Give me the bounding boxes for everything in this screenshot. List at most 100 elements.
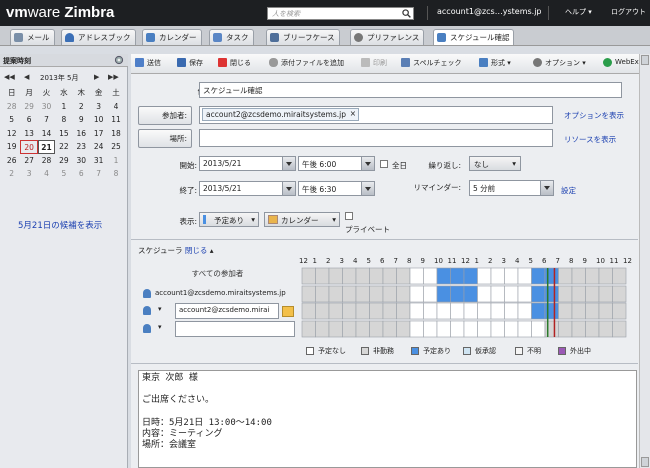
location-input[interactable]: [199, 129, 553, 147]
attendees-input[interactable]: account2@zcsdemo.miraitsystems.jp ×: [199, 106, 553, 124]
attendees-button[interactable]: 参加者:: [138, 106, 192, 125]
attach-button[interactable]: 添付ファイルを追加: [269, 58, 344, 68]
day-cell[interactable]: 17: [90, 127, 107, 141]
attendee-type-select[interactable]: ▾: [140, 303, 168, 319]
account-name[interactable]: account1@zcs…ystems.jp: [437, 7, 542, 16]
day-cell-selected[interactable]: 21: [37, 140, 56, 154]
start-time-picker[interactable]: [361, 156, 375, 171]
close-button[interactable]: 閉じる: [218, 58, 251, 68]
warning-icon[interactable]: [282, 306, 294, 317]
calendar-select[interactable]: カレンダー ▾: [264, 212, 340, 227]
repeat-select[interactable]: なし ▾: [469, 156, 521, 171]
day-cell[interactable]: 29: [55, 154, 72, 168]
options-menu[interactable]: オプション ▾: [533, 58, 586, 68]
day-cell[interactable]: 28: [3, 100, 20, 114]
day-cell-today[interactable]: 20: [20, 140, 38, 154]
vertical-scrollbar[interactable]: [639, 54, 650, 468]
day-cell[interactable]: 2: [73, 100, 90, 114]
next-month-button[interactable]: ▶: [94, 73, 99, 81]
day-cell[interactable]: 19: [3, 140, 20, 154]
day-cell[interactable]: 16: [73, 127, 90, 141]
day-cell[interactable]: 7: [38, 113, 55, 127]
end-date-input[interactable]: 2013/5/21: [199, 181, 283, 196]
day-cell[interactable]: 30: [73, 154, 90, 168]
day-cell[interactable]: 7: [90, 167, 107, 181]
tab-appointment[interactable]: スケジュール確認: [433, 29, 515, 45]
day-cell[interactable]: 14: [38, 127, 55, 141]
day-cell[interactable]: 1: [55, 100, 72, 114]
reminder-dropdown[interactable]: [540, 180, 554, 196]
new-attendee-input[interactable]: [175, 321, 295, 337]
save-button[interactable]: 保存: [177, 58, 203, 68]
show-candidates-link[interactable]: 5月21日の候補を表示: [18, 219, 102, 231]
end-date-picker[interactable]: [282, 181, 296, 196]
day-cell[interactable]: 13: [20, 127, 37, 141]
show-resources-link[interactable]: リソースを表示: [564, 134, 616, 145]
tab-mail[interactable]: メール: [10, 29, 55, 45]
send-button[interactable]: 送信: [135, 58, 161, 68]
day-cell[interactable]: 5: [55, 167, 72, 181]
tab-preferences[interactable]: プリファレンス: [350, 29, 425, 45]
remove-attendee-icon[interactable]: ×: [350, 109, 356, 118]
end-time-input[interactable]: 午後 6:30: [298, 181, 362, 196]
spellcheck-button[interactable]: スペルチェック: [401, 58, 462, 68]
scroll-down-button[interactable]: [641, 457, 649, 467]
reminder-input[interactable]: 5 分前: [469, 180, 541, 196]
day-cell[interactable]: 18: [107, 127, 124, 141]
day-cell[interactable]: 29: [20, 100, 37, 114]
day-cell[interactable]: 31: [90, 154, 107, 168]
day-cell[interactable]: 23: [73, 140, 90, 154]
people-search-input[interactable]: 人を検索: [267, 7, 414, 20]
tab-tasks[interactable]: タスク: [209, 29, 254, 45]
day-cell[interactable]: 4: [107, 100, 124, 114]
day-cell[interactable]: 8: [55, 113, 72, 127]
day-cell[interactable]: 3: [90, 100, 107, 114]
day-cell[interactable]: 4: [38, 167, 55, 181]
reminder-settings-link[interactable]: 設定: [561, 185, 576, 196]
day-cell[interactable]: 27: [20, 154, 37, 168]
webex-button[interactable]: WebEx: [603, 58, 639, 67]
private-checkbox[interactable]: [345, 212, 353, 220]
day-cell[interactable]: 24: [90, 140, 107, 154]
attendee-type-select-empty[interactable]: ▾: [140, 321, 168, 337]
day-cell[interactable]: 1: [107, 154, 124, 168]
day-cell[interactable]: 28: [38, 154, 55, 168]
location-button[interactable]: 場所:: [138, 129, 192, 148]
tab-briefcase[interactable]: ブリーフケース: [266, 29, 340, 45]
day-cell[interactable]: 8: [107, 167, 124, 181]
format-menu[interactable]: 形式 ▾: [479, 58, 511, 68]
start-time-input[interactable]: 午後 6:00: [298, 156, 362, 171]
scroll-up-button[interactable]: [641, 55, 649, 65]
day-cell[interactable]: 6: [73, 167, 90, 181]
day-cell[interactable]: 22: [55, 140, 72, 154]
day-cell[interactable]: 12: [3, 127, 20, 141]
start-date-picker[interactable]: [282, 156, 296, 171]
prev-month-button[interactable]: ◀: [24, 73, 29, 81]
day-cell[interactable]: 15: [55, 127, 72, 141]
tab-calendar[interactable]: カレンダー: [142, 29, 202, 45]
attendee-chip[interactable]: account2@zcsdemo.miraitsystems.jp ×: [202, 108, 359, 121]
attendee-input[interactable]: account2@zcsdemo.mirai: [175, 303, 279, 319]
free-busy-select[interactable]: 予定あり ▾: [199, 212, 259, 227]
day-cell[interactable]: 26: [3, 154, 20, 168]
next-year-button[interactable]: ▶▶: [108, 73, 119, 81]
day-cell[interactable]: 30: [38, 100, 55, 114]
allday-checkbox[interactable]: [380, 160, 388, 168]
day-cell[interactable]: 6: [20, 113, 37, 127]
subject-input[interactable]: スケジュール確認: [199, 82, 622, 98]
day-cell[interactable]: 9: [73, 113, 90, 127]
show-options-link[interactable]: オプションを表示: [564, 110, 624, 121]
day-cell[interactable]: 10: [90, 113, 107, 127]
gear-icon[interactable]: [114, 55, 124, 65]
search-icon[interactable]: [402, 9, 411, 18]
day-cell[interactable]: 25: [107, 140, 124, 154]
start-date-input[interactable]: 2013/5/21: [199, 156, 283, 171]
day-cell[interactable]: 3: [20, 167, 37, 181]
day-cell[interactable]: 2: [3, 167, 20, 181]
day-cell[interactable]: 11: [107, 113, 124, 127]
message-body-editor[interactable]: 東京 次郎 様 ご出席ください。 日時：5月21日 13:00～14:00 内容…: [138, 370, 637, 468]
logout-link[interactable]: ログアウト: [611, 7, 646, 17]
tab-addressbook[interactable]: アドレスブック: [61, 29, 136, 45]
day-cell[interactable]: 5: [3, 113, 20, 127]
end-time-picker[interactable]: [361, 181, 375, 196]
